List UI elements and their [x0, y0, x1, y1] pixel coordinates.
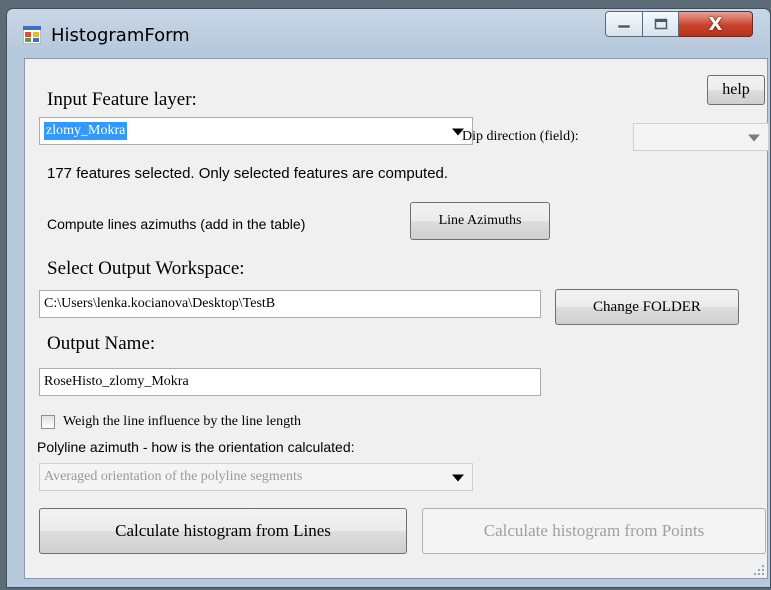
- input-feature-layer-value: zlomy_Mokra: [44, 122, 128, 140]
- chevron-down-icon: [748, 134, 760, 142]
- output-name-label: Output Name:: [47, 333, 156, 354]
- calculate-from-lines-button[interactable]: Calculate histogram from Lines: [39, 508, 407, 554]
- selection-info-text: 177 features selected. Only selected fea…: [47, 165, 449, 182]
- input-feature-layer-select[interactable]: zlomy_Mokra: [39, 117, 473, 145]
- close-button[interactable]: X: [679, 11, 753, 37]
- polyline-azimuth-value: Averaged orientation of the polyline seg…: [44, 469, 303, 484]
- maximize-icon: [654, 18, 667, 30]
- polyline-azimuth-select[interactable]: Averaged orientation of the polyline seg…: [39, 463, 473, 491]
- output-workspace-label: Select Output Workspace:: [47, 258, 245, 279]
- output-workspace-value: C:\Users\lenka.kocianova\Desktop\TestB: [44, 296, 276, 311]
- calculate-from-points-button[interactable]: Calculate histogram from Points: [422, 508, 766, 554]
- minimize-icon: [617, 24, 631, 29]
- dip-direction-label: Dip direction (field):: [462, 129, 579, 144]
- title-bar[interactable]: HistogramForm X: [7, 9, 770, 57]
- close-icon: X: [708, 13, 723, 35]
- azimuth-info-text: Compute lines azimuths (add in the table…: [47, 216, 306, 232]
- polyline-azimuth-label: Polyline azimuth - how is the orientatio…: [37, 439, 355, 455]
- app-icon: [23, 26, 41, 44]
- input-feature-layer-label: Input Feature layer:: [47, 89, 197, 110]
- window-title: HistogramForm: [51, 25, 190, 46]
- output-name-input[interactable]: RoseHisto_zlomy_Mokra: [39, 368, 541, 396]
- change-folder-button[interactable]: Change FOLDER: [555, 289, 739, 325]
- weigh-line-length-checkbox[interactable]: [41, 415, 55, 429]
- maximize-button[interactable]: [643, 11, 679, 37]
- weigh-line-length-label: Weigh the line influence by the line len…: [63, 414, 301, 429]
- histogram-form-window: HistogramForm X help Input Feature layer…: [6, 8, 771, 588]
- line-azimuths-button[interactable]: Line Azimuths: [410, 202, 550, 240]
- help-button[interactable]: help: [707, 75, 765, 105]
- minimize-button[interactable]: [605, 11, 643, 37]
- chevron-down-icon: [452, 474, 464, 482]
- output-workspace-input[interactable]: C:\Users\lenka.kocianova\Desktop\TestB: [39, 290, 541, 318]
- resize-grip-icon[interactable]: [753, 564, 765, 576]
- dip-direction-select[interactable]: [633, 123, 769, 151]
- output-name-value: RoseHisto_zlomy_Mokra: [44, 374, 189, 389]
- form-client-area: help Input Feature layer: zlomy_Mokra Di…: [24, 58, 769, 579]
